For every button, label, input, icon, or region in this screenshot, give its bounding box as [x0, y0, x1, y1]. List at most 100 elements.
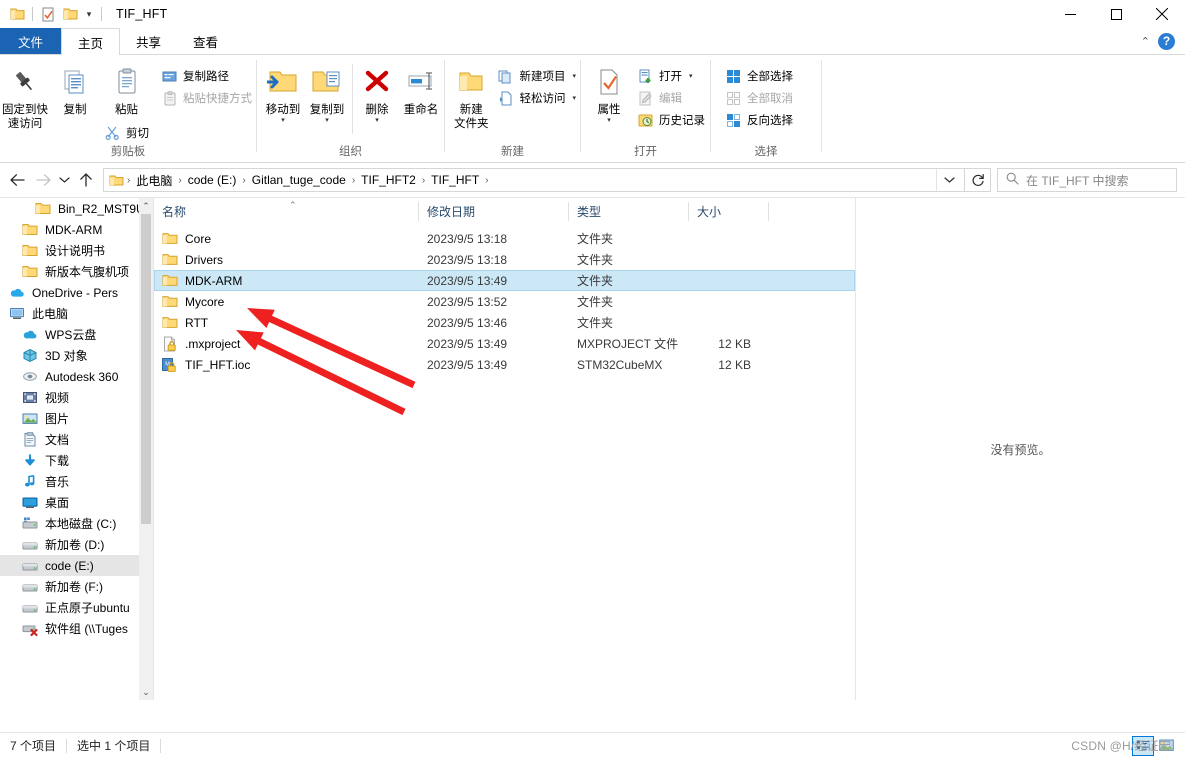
sidebar-item-15[interactable]: 本地磁盘 (C:): [0, 513, 139, 534]
easy-access-button[interactable]: 轻松访问 ▾: [493, 87, 580, 109]
table-row[interactable]: Core 2023/9/5 13:18 文件夹: [154, 228, 855, 249]
new-folder-button[interactable]: 新建 文件夹: [451, 60, 491, 131]
paste-shortcut-button[interactable]: 粘贴快捷方式: [157, 87, 256, 109]
scroll-up-chevron-icon[interactable]: ⌃: [139, 198, 153, 214]
close-icon[interactable]: [1139, 0, 1185, 28]
select-all-button[interactable]: 全部选择: [721, 65, 797, 87]
table-row[interactable]: RTT 2023/9/5 13:46 文件夹: [154, 312, 855, 333]
move-to-icon: [267, 64, 299, 100]
navigation-scrollbar[interactable]: ⌃ ⌄: [139, 198, 153, 700]
new-item-label: 新建项目: [519, 71, 566, 83]
qat-customize-chevron-icon[interactable]: ▾: [81, 3, 97, 25]
sidebar-item-11[interactable]: 文档: [0, 429, 139, 450]
tab-file[interactable]: 文件: [0, 28, 62, 54]
tab-view[interactable]: 查看: [177, 28, 234, 54]
sidebar-item-1[interactable]: MDK-ARM: [0, 219, 139, 240]
large-icons-view-icon[interactable]: [1155, 736, 1177, 756]
refresh-icon[interactable]: [965, 168, 991, 192]
minimize-icon[interactable]: [1047, 0, 1093, 28]
sidebar-item-7[interactable]: 3D 对象: [0, 345, 139, 366]
navigation-tree[interactable]: Bin_R2_MST9U_ MDK-ARM 设计说明书新版本气腹机项 OneDrive…: [0, 198, 139, 700]
sidebar-item-18[interactable]: 新加卷 (F:): [0, 576, 139, 597]
pin-to-quick-access-button[interactable]: 固定到快 速访问: [0, 60, 50, 131]
new-folder-icon[interactable]: [59, 3, 81, 25]
cell-size: 12 KB: [718, 336, 751, 351]
sidebar-item-5[interactable]: 此电脑: [0, 303, 139, 324]
new-item-icon: [497, 68, 514, 85]
properties-icon[interactable]: [37, 3, 59, 25]
breadcrumb-item-0[interactable]: 此电脑: [131, 172, 177, 189]
recent-locations-chevron-down-icon[interactable]: [56, 167, 73, 193]
address-dropdown-chevron-down-icon[interactable]: [936, 169, 962, 191]
history-button[interactable]: 历史记录: [633, 109, 709, 131]
copy-path-button[interactable]: 复制路径: [157, 65, 256, 87]
ribbon-group-organize: 移动到 ▾ 复制到 ▾ 删除 ▾ 重命名 组织: [257, 55, 444, 163]
details-view-icon[interactable]: [1132, 735, 1154, 756]
sidebar-item-16[interactable]: 新加卷 (D:): [0, 534, 139, 555]
breadcrumb-item-1[interactable]: code (E:): [183, 173, 242, 187]
sidebar-item-8[interactable]: Autodesk 360: [0, 366, 139, 387]
copy-to-caret-icon[interactable]: ▾: [325, 117, 329, 124]
ribbon-tab-right-controls: ⌃ ?: [1141, 28, 1185, 54]
sidebar-item-14[interactable]: 桌面: [0, 492, 139, 513]
delete-caret-icon[interactable]: ▾: [375, 117, 379, 124]
tab-home[interactable]: 主页: [61, 28, 121, 55]
table-row[interactable]: M TIF_HFT.ioc 2023/9/5 13:49 STM32CubeMX 12 …: [154, 354, 855, 375]
paste-button[interactable]: 粘贴 剪切: [100, 60, 153, 143]
copy-button[interactable]: 复制: [50, 60, 100, 117]
sidebar-item-9[interactable]: 视频: [0, 387, 139, 408]
breadcrumb-separator[interactable]: ›: [484, 175, 489, 186]
table-row[interactable]: Mycore 2023/9/5 13:52 文件夹: [154, 291, 855, 312]
scrollbar-thumb[interactable]: [141, 214, 151, 524]
properties-button[interactable]: 属性 ▾: [587, 60, 631, 124]
delete-button[interactable]: 删除 ▾: [356, 60, 398, 124]
table-row[interactable]: Drivers 2023/9/5 13:18 文件夹: [154, 249, 855, 270]
sidebar-item-20[interactable]: 软件组 (\\Tuges: [0, 618, 139, 639]
easy-access-caret-icon[interactable]: ▾: [572, 94, 576, 102]
folder-icon[interactable]: [6, 3, 28, 25]
search-input[interactable]: 在 TIF_HFT 中搜索: [997, 168, 1177, 192]
back-arrow-icon[interactable]: [4, 167, 30, 193]
sidebar-item-10[interactable]: 图片: [0, 408, 139, 429]
chevron-up-icon[interactable]: ⌃: [1141, 35, 1150, 48]
breadcrumb[interactable]: › 此电脑 › code (E:) › Gitlan_tuge_code › T…: [103, 168, 965, 192]
scroll-down-chevron-icon[interactable]: ⌄: [139, 684, 153, 700]
column-header-date[interactable]: 修改日期: [419, 198, 569, 225]
open-caret-icon[interactable]: ▾: [689, 72, 693, 80]
rename-button[interactable]: 重命名: [398, 60, 444, 117]
table-row[interactable]: .mxproject 2023/9/5 13:49 MXPROJECT 文件 12 K…: [154, 333, 855, 354]
file-list[interactable]: Core 2023/9/5 13:18 文件夹 Drivers 2023/9/5 13:…: [154, 225, 855, 375]
open-button[interactable]: 打开 ▾: [633, 65, 709, 87]
sidebar-item-19[interactable]: 正点原子ubuntu: [0, 597, 139, 618]
sidebar-item-3[interactable]: 新版本气腹机项: [0, 261, 139, 282]
sidebar-item-2[interactable]: 设计说明书: [0, 240, 139, 261]
sidebar-item-0[interactable]: Bin_R2_MST9U_: [0, 198, 139, 219]
help-icon[interactable]: ?: [1158, 32, 1175, 50]
column-header-name[interactable]: 名称 ⌃: [154, 198, 419, 225]
invert-selection-button[interactable]: 反向选择: [721, 109, 797, 131]
breadcrumb-item-2[interactable]: Gitlan_tuge_code: [247, 173, 351, 187]
sidebar-item-6[interactable]: WPS云盘: [0, 324, 139, 345]
cut-button[interactable]: 剪切: [100, 121, 153, 143]
breadcrumb-item-4[interactable]: TIF_HFT: [426, 173, 484, 187]
sidebar-item-4[interactable]: OneDrive - Pers: [0, 282, 139, 303]
move-to-caret-icon[interactable]: ▾: [281, 117, 285, 124]
copy-to-button[interactable]: 复制到 ▾: [305, 60, 349, 124]
sidebar-item-13[interactable]: 音乐: [0, 471, 139, 492]
up-arrow-icon[interactable]: [73, 167, 99, 193]
new-item-caret-icon[interactable]: ▾: [572, 72, 576, 80]
pin-label-1: 固定到快: [2, 104, 48, 116]
sidebar-item-17[interactable]: code (E:): [0, 555, 139, 576]
column-header-size[interactable]: 大小: [689, 198, 769, 225]
tab-share[interactable]: 共享: [120, 28, 177, 54]
new-item-button[interactable]: 新建项目 ▾: [493, 65, 580, 87]
move-to-button[interactable]: 移动到 ▾: [261, 60, 305, 124]
column-header-type[interactable]: 类型: [569, 198, 689, 225]
properties-caret-icon[interactable]: ▾: [607, 117, 611, 124]
sidebar-item-12[interactable]: 下载: [0, 450, 139, 471]
breadcrumb-item-3[interactable]: TIF_HFT2: [356, 173, 421, 187]
maximize-icon[interactable]: [1093, 0, 1139, 28]
table-row[interactable]: MDK-ARM 2023/9/5 13:49 文件夹: [154, 270, 855, 291]
edit-button[interactable]: 编辑: [633, 87, 709, 109]
select-none-button[interactable]: 全部取消: [721, 87, 797, 109]
